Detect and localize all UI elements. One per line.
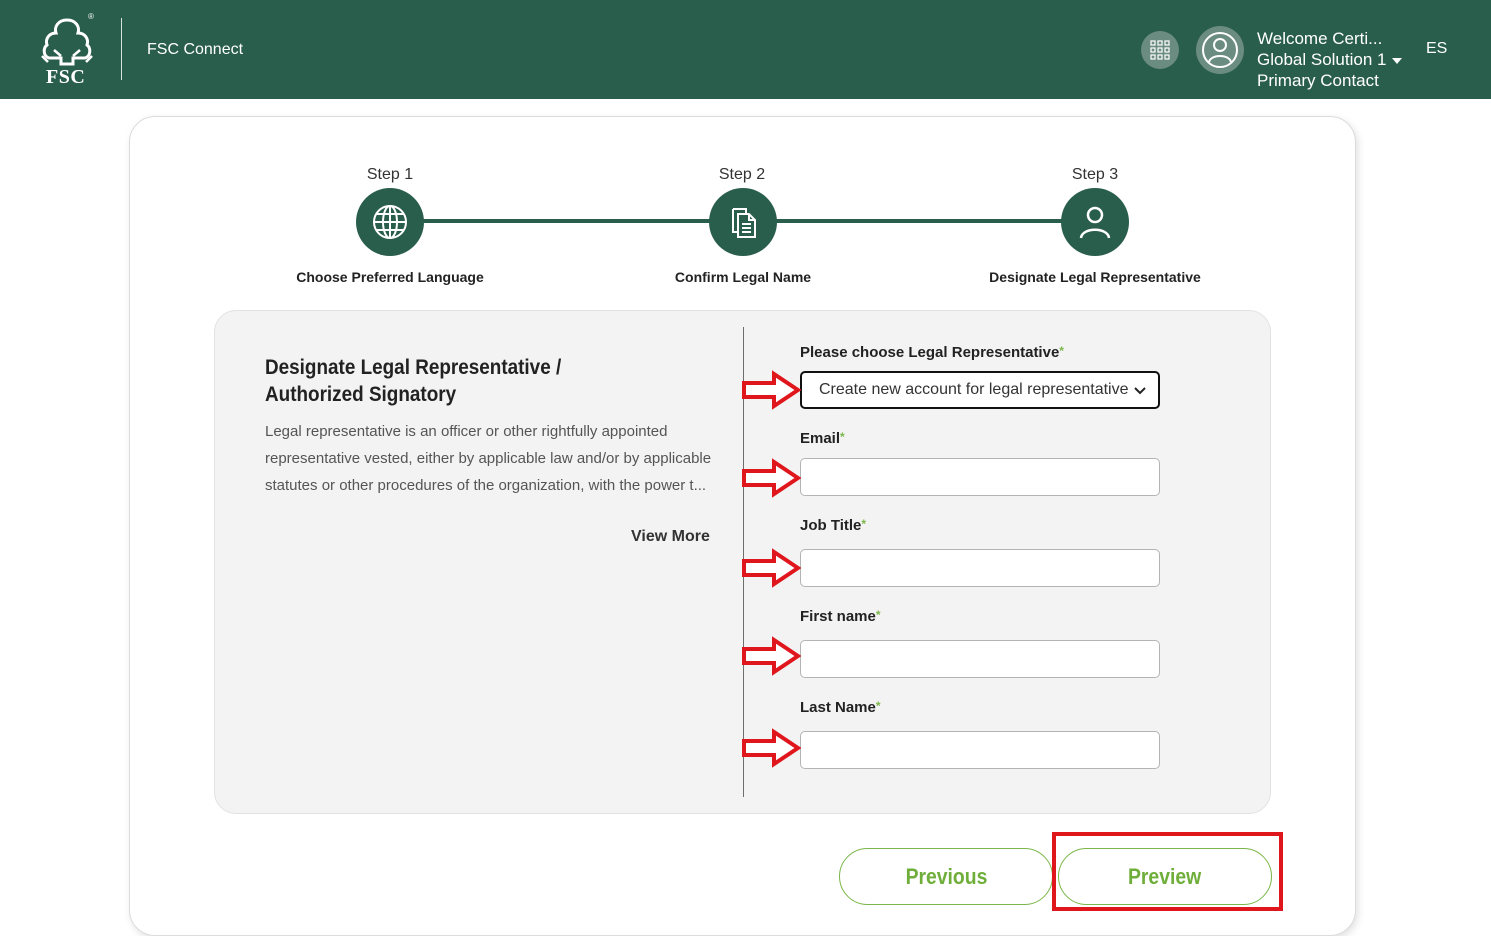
representative-label-text: Please choose Legal Representative <box>800 344 1060 361</box>
required-mark: * <box>861 517 867 531</box>
language-switch[interactable]: ES <box>1426 40 1447 58</box>
required-mark: * <box>875 608 881 622</box>
step-3-title: Designate Legal Representative <box>989 269 1201 285</box>
caret-down-icon <box>1392 57 1403 64</box>
first-name-input[interactable] <box>800 640 1160 678</box>
step-1-title: Choose Preferred Language <box>296 269 484 285</box>
person-icon <box>1079 206 1111 239</box>
job-title-input[interactable] <box>800 549 1160 587</box>
representative-label: Please choose Legal Representative* <box>800 344 1064 361</box>
first-name-label: First name* <box>800 608 881 625</box>
logo-text: FSC <box>46 66 86 88</box>
user-role: Primary Contact <box>1257 71 1379 90</box>
annotation-arrow-icon <box>742 728 801 768</box>
user-avatar[interactable] <box>1196 26 1244 74</box>
annotation-arrow-icon <box>742 548 801 588</box>
section-description: Legal representative is an officer or ot… <box>265 423 712 494</box>
last-name-label-text: Last Name <box>800 699 876 716</box>
step-connector-2 <box>775 219 1063 223</box>
document-icon <box>732 208 756 238</box>
header-divider <box>121 18 122 80</box>
step-1-label: Step 1 <box>366 166 414 183</box>
required-mark: * <box>840 430 845 444</box>
email-label-text: Email <box>800 430 841 447</box>
previous-button[interactable]: Previous <box>839 848 1053 905</box>
top-header: FSC ® FSC Connect Welcome Certi... Globa… <box>0 0 1491 99</box>
annotation-arrow-icon <box>742 458 801 498</box>
user-org-row: Global Solution 1 <box>1257 49 1403 70</box>
step-3-circle[interactable] <box>1061 188 1129 256</box>
annotation-arrow-icon <box>742 636 801 676</box>
job-title-label-text: Job Title <box>800 517 862 534</box>
previous-button-label: Previous <box>905 863 987 889</box>
section-title: Designate Legal Representative / Authori… <box>265 356 562 406</box>
globe-icon <box>373 205 407 239</box>
email-input[interactable] <box>800 458 1160 496</box>
step-2-label: Step 2 <box>718 166 766 183</box>
first-name-label-text: First name <box>800 608 876 625</box>
email-label: Email* <box>800 430 845 447</box>
step-2-circle[interactable] <box>709 188 777 256</box>
chevron-down-icon <box>1134 387 1146 395</box>
view-more-link[interactable]: View More <box>631 528 710 546</box>
select-value: Create new account for legal representat… <box>819 381 1129 398</box>
last-name-input[interactable] <box>800 731 1160 769</box>
job-title-label: Job Title* <box>800 517 866 534</box>
step-3-label: Step 3 <box>1071 166 1119 183</box>
app-name: FSC Connect <box>147 41 244 58</box>
user-welcome: Welcome Certi... <box>1257 29 1383 48</box>
step-connector-1 <box>423 219 711 223</box>
last-name-label: Last Name* <box>800 699 881 716</box>
required-mark: * <box>875 699 881 713</box>
step-1-circle[interactable] <box>356 188 424 256</box>
annotation-arrow-icon <box>742 370 801 410</box>
annotation-highlight-box <box>1052 832 1283 911</box>
user-org: Global Solution 1 <box>1257 50 1387 69</box>
registered-mark: ® <box>88 12 94 21</box>
required-mark: * <box>1059 344 1064 358</box>
step-2-title: Confirm Legal Name <box>674 269 812 285</box>
user-menu[interactable]: Welcome Certi... Global Solution 1 Prima… <box>1257 28 1403 91</box>
user-avatar-icon <box>1202 32 1238 68</box>
apps-grid-button[interactable] <box>1141 31 1179 69</box>
grid-icon <box>1150 40 1170 60</box>
legal-representative-select[interactable]: Create new account for legal representat… <box>800 371 1160 409</box>
